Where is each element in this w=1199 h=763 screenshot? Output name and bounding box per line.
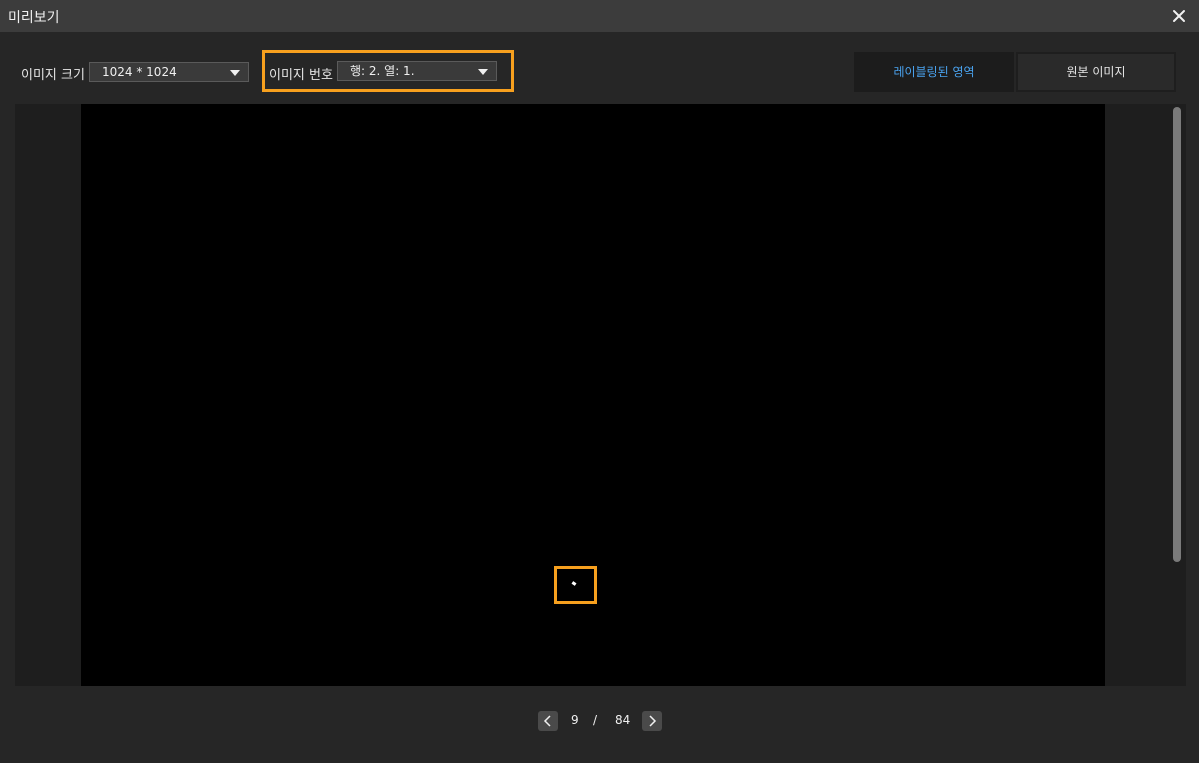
image-number-value: 행: 2. 열: 1. (350, 64, 415, 78)
close-icon (1173, 10, 1185, 22)
chevron-right-icon (649, 715, 657, 727)
image-number-label: 이미지 번호 (269, 68, 333, 83)
image-size-dropdown[interactable]: 1024 * 1024 (89, 62, 249, 82)
next-page-button[interactable] (642, 711, 662, 731)
previous-page-button[interactable] (538, 711, 558, 731)
scrollbar-thumb[interactable] (1173, 107, 1181, 562)
labeled-region-button[interactable]: 레이블링된 영역 (854, 52, 1014, 92)
chevron-down-icon (478, 69, 488, 75)
labeled-region-box (554, 566, 597, 604)
chevron-left-icon (543, 715, 551, 727)
chevron-down-icon (230, 70, 240, 76)
image-number-dropdown[interactable]: 행: 2. 열: 1. (337, 61, 497, 81)
image-size-label: 이미지 크기 (21, 68, 85, 83)
page-separator: / (593, 713, 598, 727)
original-image-button[interactable]: 원본 이미지 (1016, 52, 1176, 92)
image-size-value: 1024 * 1024 (102, 65, 177, 79)
title-bar: 미리보기 (0, 0, 1199, 32)
close-button[interactable] (1169, 6, 1189, 26)
total-pages: 84 (615, 713, 631, 727)
current-page: 9 (571, 713, 579, 727)
window-title: 미리보기 (8, 10, 60, 26)
